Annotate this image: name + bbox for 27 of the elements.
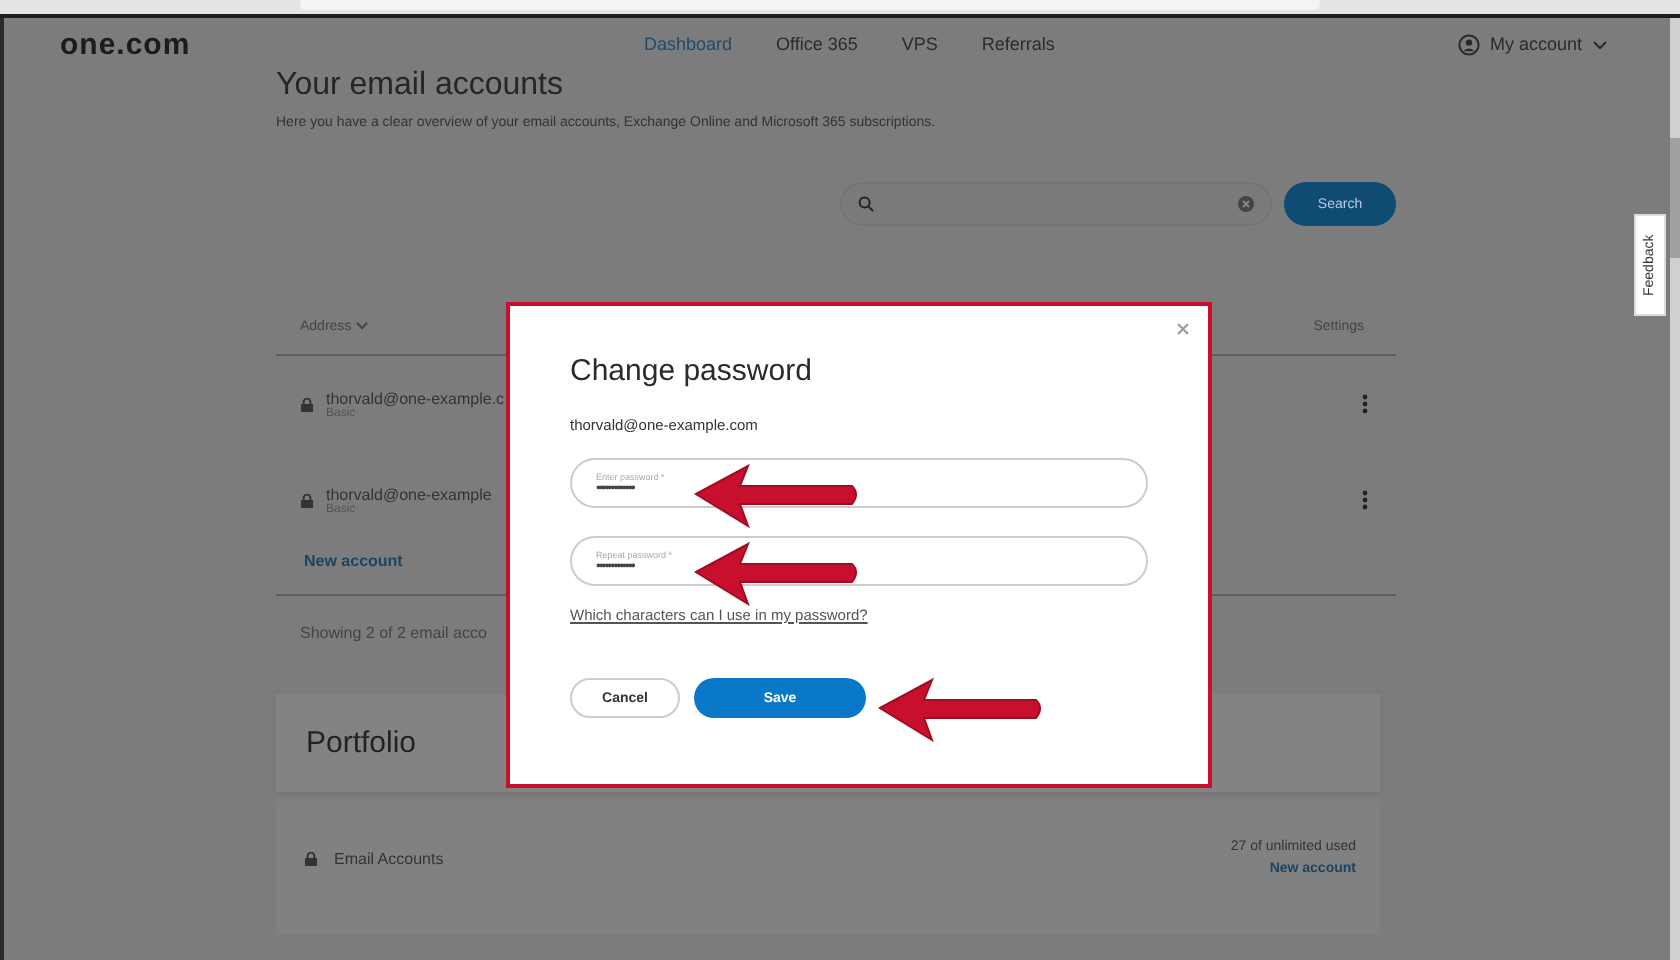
- lock-icon: [300, 397, 314, 411]
- kebab-menu-icon[interactable]: [1362, 490, 1368, 510]
- lock-icon: [300, 493, 314, 507]
- kebab-menu-icon[interactable]: [1362, 394, 1368, 414]
- portfolio-item: Email Accounts: [334, 849, 444, 867]
- email-address: thorvald@one-example: [326, 485, 492, 503]
- clear-icon[interactable]: [1238, 196, 1254, 212]
- nav-link[interactable]: Dashboard: [644, 34, 733, 54]
- chevron-icon: [1592, 39, 1608, 49]
- search-icon: [858, 196, 874, 212]
- nav-link[interactable]: VPS: [901, 34, 938, 54]
- showing-count: Showing 2 of 2 email acco: [300, 624, 487, 642]
- email-address: thorvald@one-example.c: [326, 389, 505, 407]
- close-icon[interactable]: [1176, 322, 1190, 336]
- portfolio-title: Portfolio: [306, 726, 417, 760]
- nav-link[interactable]: Referrals: [981, 34, 1055, 54]
- nav-link[interactable]: Office 365: [776, 34, 858, 54]
- page-title: Your email accounts: [276, 70, 565, 102]
- lock-icon: [304, 851, 318, 865]
- scrollbar[interactable]: [1670, 18, 1680, 960]
- user-icon: [1457, 33, 1480, 55]
- chevron-icon: [355, 321, 368, 329]
- search-field[interactable]: [840, 182, 1272, 226]
- dialog-title: Change password: [570, 354, 814, 388]
- logo[interactable]: one.com: [60, 27, 644, 61]
- new-account-link[interactable]: New account: [304, 552, 403, 570]
- account-menu[interactable]: My account: [1489, 34, 1582, 54]
